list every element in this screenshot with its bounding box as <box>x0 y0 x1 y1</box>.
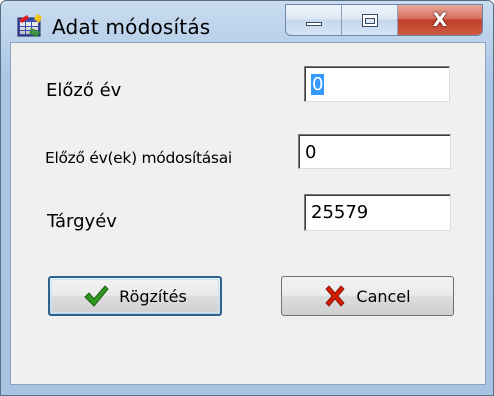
caption-buttons: X <box>285 4 483 36</box>
red-x-icon <box>325 285 345 307</box>
cancel-button[interactable]: Cancel <box>281 276 454 316</box>
target-year-label: Tárgyév <box>47 211 117 232</box>
previous-year-label: Előző év <box>46 80 122 101</box>
title-bar[interactable]: Adat módosítás X <box>1 1 493 41</box>
minimize-button[interactable] <box>286 5 342 35</box>
cancel-button-label: Cancel <box>356 286 411 306</box>
maximize-button[interactable] <box>342 5 398 35</box>
previous-year-input[interactable]: 0 <box>304 66 450 102</box>
previous-year-modifications-label: Előző év(ek) módosításai <box>45 149 232 167</box>
save-button-label: Rögzítés <box>119 286 187 306</box>
previous-year-value: 0 <box>311 74 325 95</box>
target-year-value: 25579 <box>311 202 369 223</box>
checkmark-icon <box>84 285 109 307</box>
save-button[interactable]: Rögzítés <box>48 276 222 316</box>
close-icon: X <box>432 9 448 31</box>
target-year-input[interactable]: 25579 <box>304 194 451 231</box>
minimize-icon <box>306 22 322 26</box>
close-button[interactable]: X <box>398 5 482 35</box>
previous-year-modifications-input[interactable]: 0 <box>298 134 451 169</box>
dialog-window: Adat módosítás X Előző év 0 Előző év(ek)… <box>0 0 494 396</box>
window-title: Adat módosítás <box>52 15 211 39</box>
maximize-icon <box>362 14 378 27</box>
previous-year-modifications-value: 0 <box>305 142 317 163</box>
table-chart-icon <box>17 14 42 37</box>
